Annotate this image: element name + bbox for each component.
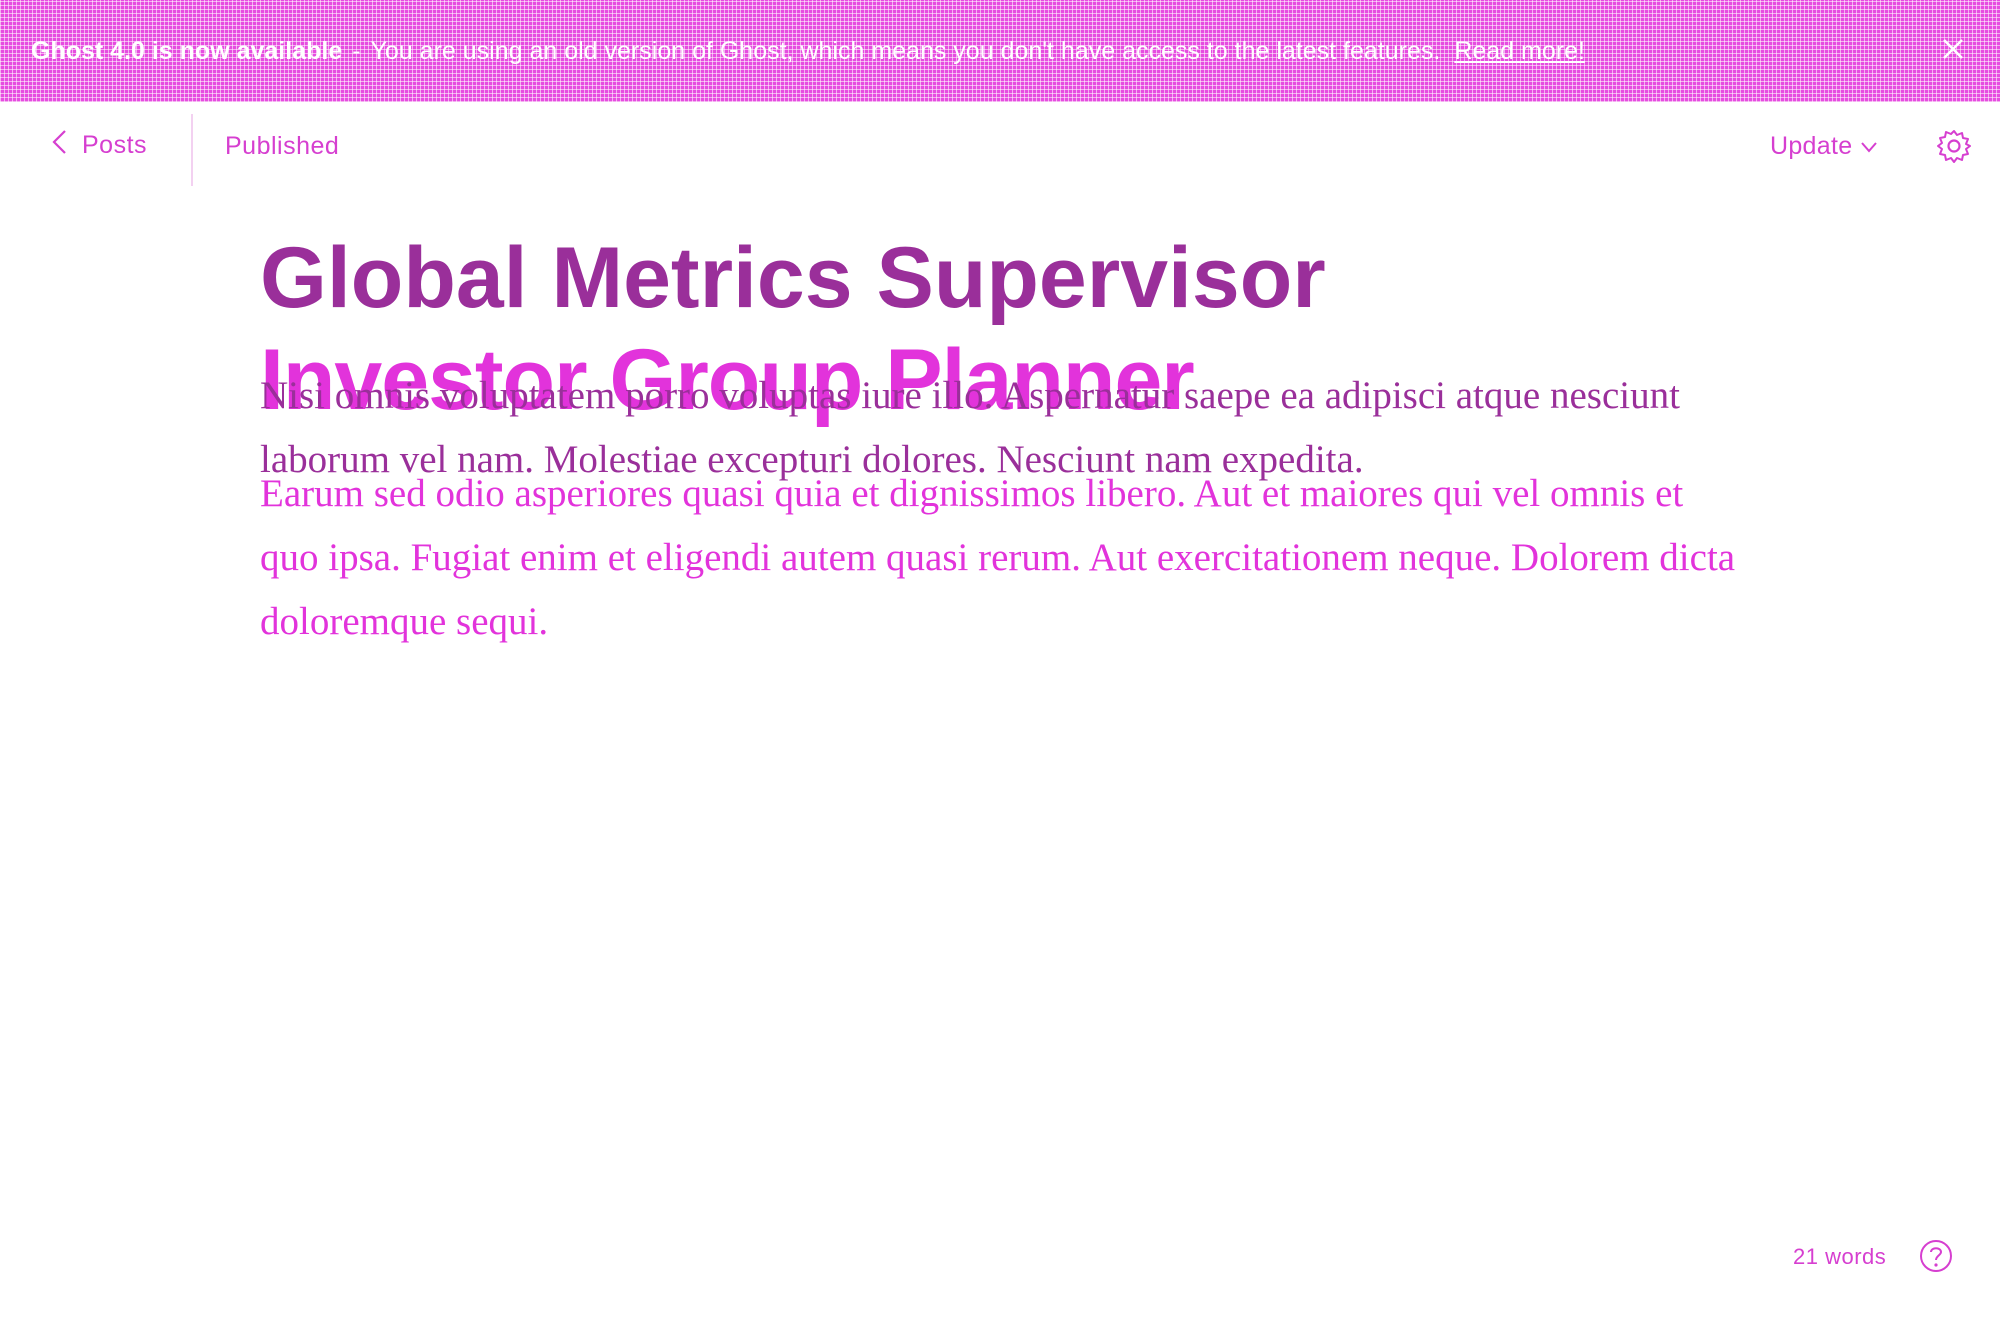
upgrade-banner: Ghost 4.0 is now available - You are usi…	[0, 0, 2000, 102]
back-to-posts-link[interactable]: Posts	[50, 128, 147, 163]
banner-read-more-link[interactable]: Read more!	[1454, 37, 1585, 66]
post-paragraph-overlay[interactable]: Earum sed odio asperiores quasi quia et …	[260, 462, 1740, 654]
header-divider	[191, 114, 193, 186]
update-button-label: Update	[1770, 132, 1853, 160]
back-link-label: Posts	[82, 131, 148, 159]
chevron-down-icon	[1852, 132, 1878, 161]
help-icon[interactable]	[1918, 1238, 1954, 1274]
gear-icon[interactable]	[1936, 128, 1972, 164]
banner-title: Ghost 4.0 is now available	[31, 36, 343, 65]
banner-message: You are using an old version of Ghost, w…	[370, 36, 1441, 65]
post-title[interactable]: Global Metrics Supervisor	[260, 228, 1760, 328]
editor-header: Posts Published Update	[0, 102, 2000, 192]
word-count: 21 words	[1793, 1244, 1887, 1269]
chevron-left-icon	[50, 128, 82, 163]
close-icon[interactable]	[1936, 32, 1970, 66]
banner-separator: -	[352, 36, 361, 65]
update-button[interactable]: Update	[1770, 132, 1878, 161]
post-status: Published	[225, 132, 340, 160]
